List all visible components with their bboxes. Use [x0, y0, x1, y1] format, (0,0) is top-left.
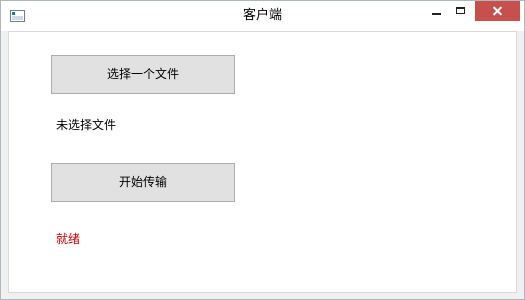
- file-label: 未选择文件: [56, 118, 117, 132]
- select-file-button[interactable]: 选择一个文件: [51, 55, 235, 94]
- maximize-icon[interactable]: [450, 1, 472, 21]
- client-area: 选择一个文件 未选择文件 开始传输 就绪: [8, 31, 517, 293]
- minimize-icon[interactable]: [426, 1, 448, 21]
- title-bar[interactable]: 客户端: [1, 1, 524, 31]
- status-label: 就绪: [56, 232, 81, 246]
- app-window: 客户端 选择一个文件 未选择文件 开始传输 就绪: [0, 0, 525, 300]
- close-icon[interactable]: [475, 1, 520, 21]
- start-transfer-button[interactable]: 开始传输: [51, 163, 235, 202]
